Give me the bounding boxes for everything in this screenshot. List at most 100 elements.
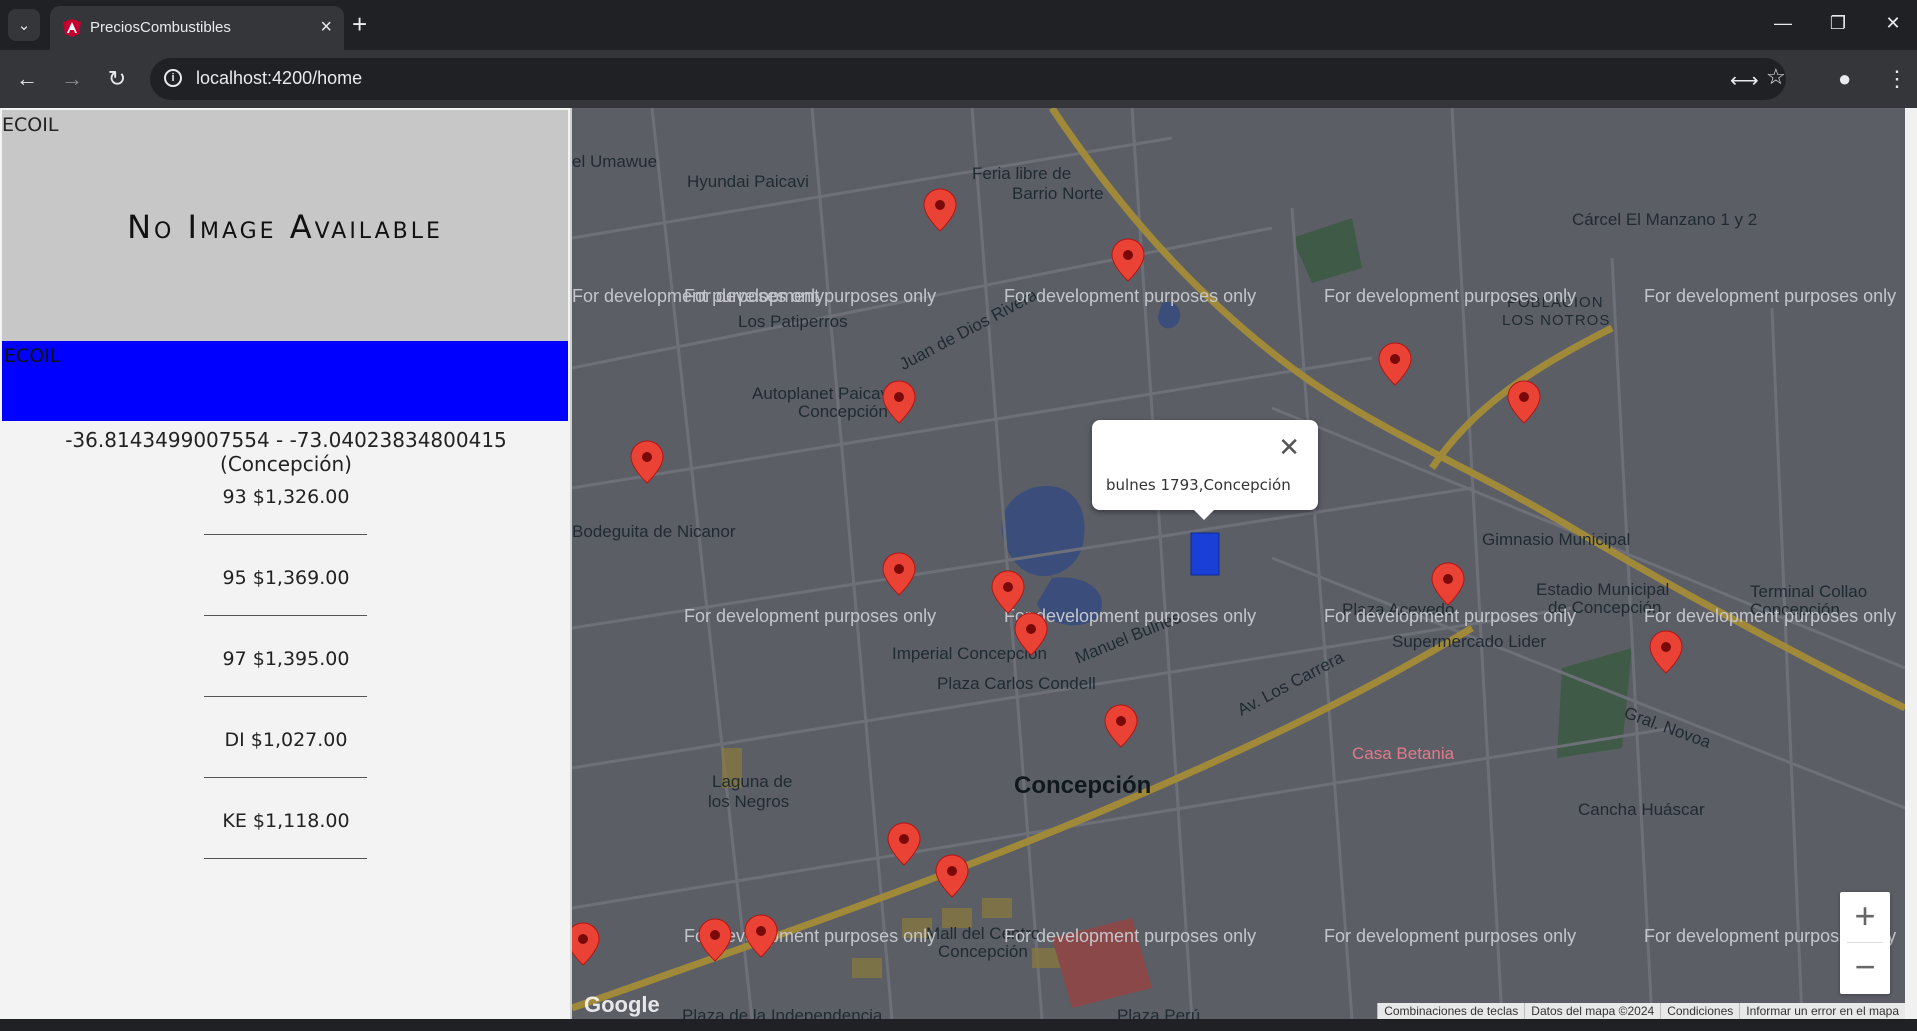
map-label: Cárcel El Manzano 1 y 2 [1572, 210, 1758, 229]
station-pin-icon[interactable] [1649, 630, 1683, 674]
keyboard-shortcuts-link[interactable]: Combinaciones de teclas [1377, 1003, 1525, 1019]
station-pin-icon[interactable] [1104, 704, 1138, 748]
station-pin-icon[interactable] [1431, 562, 1465, 606]
price-diesel: DI $1,027.00 [224, 729, 348, 751]
map-label: Barrio Norte [1012, 184, 1104, 203]
price-list: 93 $1,326.00 95 $1,369.00 97 $1,395.00 D… [0, 474, 572, 879]
close-window-icon[interactable]: ✕ [1870, 8, 1916, 38]
google-map[interactable]: el Umawue Hyundai Paicavi Feria libre de… [572, 108, 1905, 1019]
report-error-link[interactable]: Informar un error en el mapa [1739, 1003, 1905, 1019]
watermark: For development purposes only [684, 606, 937, 626]
watermark: For development purposes only [1324, 606, 1577, 626]
station-pin-icon[interactable] [1111, 238, 1145, 282]
station-pin-icon[interactable] [991, 570, 1025, 614]
map-label: los Negros [708, 792, 790, 811]
station-pin-icon[interactable] [1014, 612, 1048, 656]
info-window-tail [1192, 508, 1216, 520]
watermark: For development purposes only [684, 286, 937, 306]
browser-tab[interactable]: PreciosCombustibles × [50, 6, 344, 50]
map-label: Los Patiperros [738, 312, 848, 331]
divider [204, 777, 367, 778]
station-coordinates: -36.8143499007554 - -73.04023834800415 (… [65, 428, 507, 476]
price-97: 97 $1,395.00 [222, 648, 350, 670]
station-detail-panel: ECOIL No Image Available ECOIL -36.81434… [0, 108, 572, 1019]
station-pin-icon[interactable] [887, 822, 921, 866]
station-pin-icon[interactable] [630, 440, 664, 484]
map-label: Terminal Collao [1750, 582, 1868, 601]
forward-icon[interactable]: → [57, 64, 87, 94]
menu-kebab-icon[interactable]: ⋮ [1886, 64, 1908, 94]
station-pin-icon[interactable] [572, 922, 600, 966]
map-label: Concepción [798, 402, 888, 421]
no-image-placeholder: No Image Available [127, 208, 443, 246]
minimize-icon[interactable]: — [1760, 8, 1806, 38]
station-pin-icon[interactable] [744, 914, 778, 958]
map-label: Casa Betania [1352, 744, 1455, 763]
map-label: LOS NOTROS [1502, 312, 1611, 329]
watermark: For development purposes only [1004, 926, 1257, 946]
map-label: Plaza Perú [1117, 1006, 1201, 1019]
price-row: 97 $1,395.00 [0, 636, 572, 717]
station-pin-icon[interactable] [935, 854, 969, 898]
bookmark-star-icon[interactable]: ☆ [1766, 64, 1786, 90]
watermark: For development purposes only [1004, 286, 1257, 306]
profile-icon[interactable]: ● [1838, 64, 1851, 94]
map-label: Estadio Municipal [1536, 580, 1670, 599]
divider [204, 696, 367, 697]
station-pin-icon[interactable] [1378, 342, 1412, 386]
station-pin-icon[interactable] [923, 188, 957, 232]
back-icon[interactable]: ← [12, 64, 42, 94]
station-pin-icon[interactable] [882, 552, 916, 596]
map-label: Gimnasio Municipal [1482, 530, 1631, 549]
price-row: DI $1,027.00 [0, 717, 572, 798]
info-window-address: bulnes 1793,Concepción [1106, 476, 1291, 494]
selected-station-marker-icon[interactable] [1190, 532, 1220, 576]
browser-toolbar: ← → ↻ i localhost:4200/home ⟷ ☆ ● ⋮ [0, 50, 1917, 108]
map-label: Plaza de la Independencia [682, 1006, 883, 1019]
page-content: ECOIL No Image Available ECOIL -36.81434… [0, 108, 1917, 1031]
watermark: For development purposes only [1644, 606, 1897, 626]
terms-link[interactable]: Condiciones [1660, 1003, 1740, 1019]
tab-search-chevron-icon[interactable]: ⌄ [8, 9, 40, 41]
translate-icon[interactable]: ⟷ [1730, 68, 1759, 93]
zoom-in-button[interactable]: + [1840, 892, 1890, 942]
map-label: Feria libre de [972, 164, 1072, 183]
tab-close-icon[interactable]: × [320, 15, 332, 39]
map-label: Laguna de [712, 772, 793, 791]
url-text[interactable]: localhost:4200/home [196, 68, 362, 89]
watermark: For development purposes only [1324, 926, 1577, 946]
browser-tabstrip: ⌄ PreciosCombustibles × + — ❐ ✕ [0, 0, 1917, 50]
tab-title: PreciosCombustibles [90, 19, 231, 36]
reload-icon[interactable]: ↻ [102, 64, 132, 94]
station-pin-icon[interactable] [882, 380, 916, 424]
angular-favicon-icon [63, 19, 81, 37]
new-tab-icon[interactable]: + [352, 10, 367, 38]
map-data-text: Datos del mapa ©2024 [1524, 1003, 1661, 1019]
vertical-scrollbar[interactable] [1905, 108, 1917, 1019]
map-label: Cancha Huáscar [1578, 800, 1705, 819]
map-label: Bodeguita de Nicanor [572, 522, 736, 541]
watermark: For development purposes only [1324, 286, 1577, 306]
broken-image-alt-text: ECOIL [2, 114, 59, 136]
brand-name: ECOIL [4, 345, 61, 367]
station-pin-icon[interactable] [698, 918, 732, 962]
station-image: ECOIL No Image Available [2, 110, 568, 341]
watermark: For development purposes only [1644, 286, 1897, 306]
map-label: el Umawue [572, 152, 658, 171]
divider [204, 858, 367, 859]
google-logo: Google [584, 992, 660, 1017]
zoom-out-button[interactable]: − [1840, 943, 1890, 993]
info-window: ✕ bulnes 1793,Concepción [1092, 420, 1318, 520]
address-bar[interactable]: i localhost:4200/home ⟷ ☆ [150, 58, 1786, 100]
map-attribution: Combinaciones de teclas Datos del mapa ©… [1377, 1003, 1905, 1019]
map-label: Plaza Carlos Condell [937, 674, 1096, 693]
price-row: 93 $1,326.00 [0, 474, 572, 555]
close-icon[interactable]: ✕ [1278, 434, 1300, 460]
map-label: Autoplanet Paicavi [752, 384, 893, 403]
station-pin-icon[interactable] [1507, 380, 1541, 424]
site-info-icon[interactable]: i [164, 69, 182, 87]
divider [204, 534, 367, 535]
price-kerosene: KE $1,118.00 [222, 810, 350, 832]
restore-icon[interactable]: ❐ [1815, 8, 1861, 38]
zoom-controls: + − [1840, 892, 1890, 994]
